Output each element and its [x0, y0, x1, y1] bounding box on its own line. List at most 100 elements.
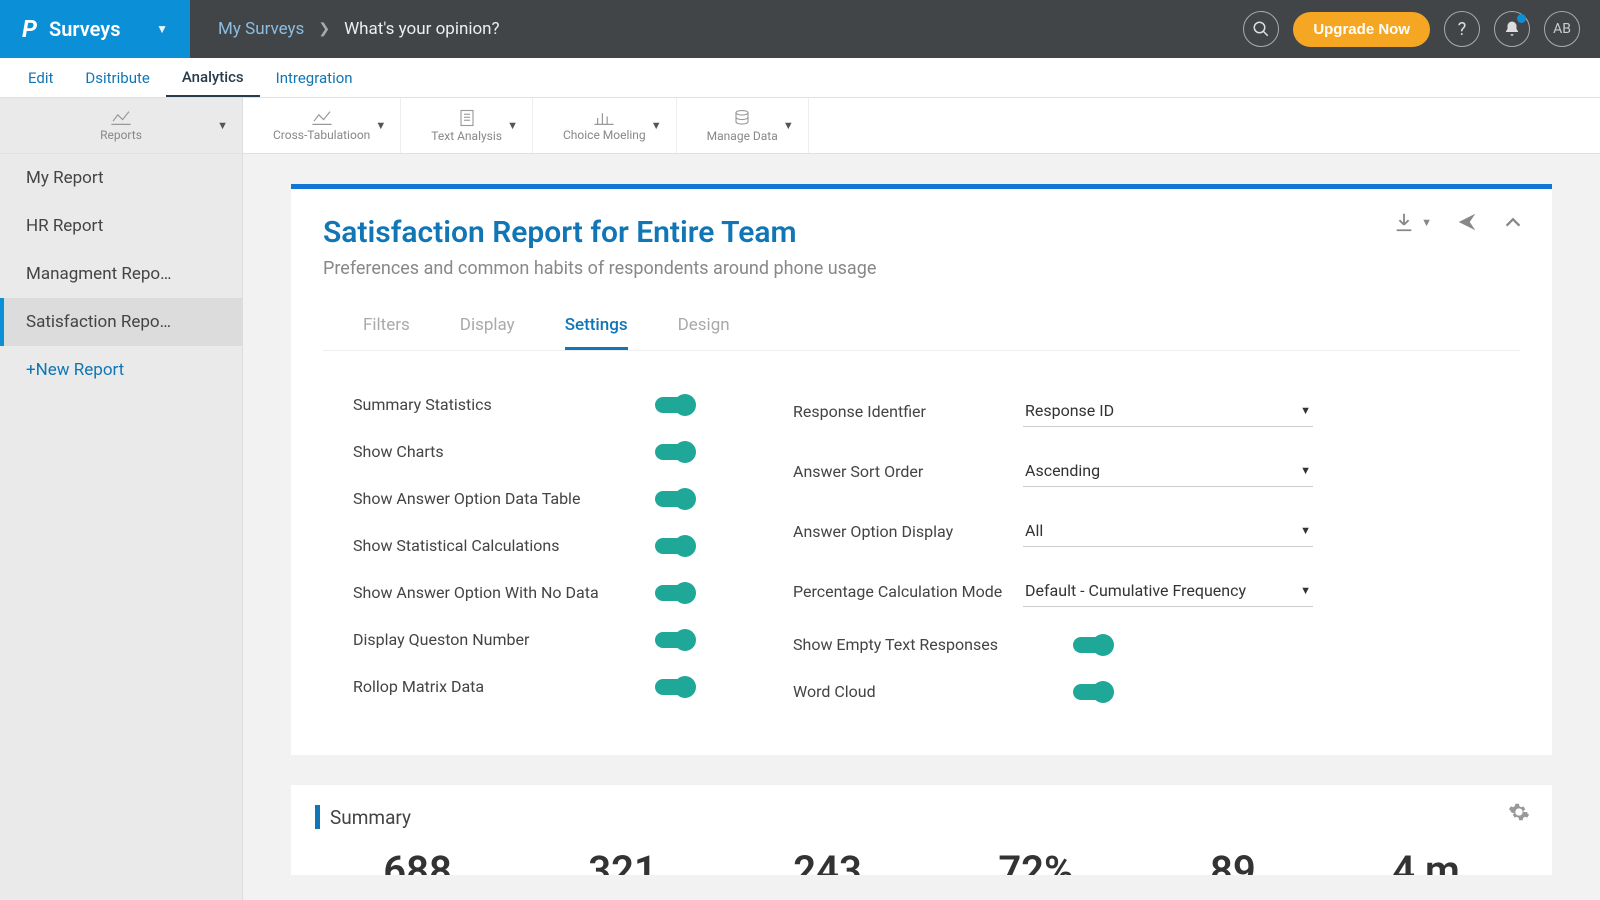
chevron-down-icon: ▼ [217, 119, 228, 132]
nav-edit[interactable]: Edit [12, 58, 69, 97]
gear-icon [1508, 801, 1530, 823]
collapse-button[interactable] [1502, 211, 1524, 233]
sidebar: My Report HR Report Managment Repo… Sati… [0, 154, 243, 900]
download-icon [1393, 211, 1415, 233]
chevron-down-icon: ▼ [651, 119, 662, 132]
toggle-no-data-option[interactable] [655, 585, 693, 601]
setting-label: Show Answer Option Data Table [353, 489, 580, 508]
select-value: Ascending [1025, 461, 1100, 480]
breadcrumb: My Surveys ❯ What's your opinion? [190, 19, 500, 39]
help-button[interactable]: ? [1444, 11, 1480, 47]
chevron-down-icon: ▼ [507, 119, 518, 132]
help-icon: ? [1458, 19, 1467, 40]
summary-settings-button[interactable] [1508, 801, 1530, 827]
tab-settings[interactable]: Settings [565, 303, 628, 350]
setting-label: Answer Option Display [793, 522, 1003, 541]
toggle-answer-data-table[interactable] [655, 491, 693, 507]
nav-distribute[interactable]: Dsitribute [69, 58, 165, 97]
select-answer-display[interactable]: All ▼ [1023, 515, 1313, 547]
setting-label: Response Identfier [793, 402, 1003, 421]
chevron-down-icon: ▼ [156, 22, 168, 36]
sidebar-item-my-report[interactable]: My Report [0, 154, 242, 202]
stat-value: 89 [1210, 847, 1256, 875]
tab-filters[interactable]: Filters [363, 303, 410, 350]
toggle-summary-statistics[interactable] [655, 397, 693, 413]
tool-reports[interactable]: Reports ▼ [0, 98, 243, 153]
search-icon [1252, 20, 1270, 38]
tool-choice-modeling[interactable]: Choice Moeling ▼ [533, 98, 677, 153]
database-icon [733, 109, 751, 127]
chart-icon [312, 110, 332, 126]
nav-integration[interactable]: Intregration [260, 58, 369, 97]
tool-crosstab[interactable]: Cross-Tabulatioon ▼ [243, 98, 401, 153]
tab-design[interactable]: Design [678, 303, 730, 350]
toggle-word-cloud[interactable] [1073, 684, 1111, 700]
breadcrumb-root[interactable]: My Surveys [218, 19, 304, 39]
sidebar-item-hr-report[interactable]: HR Report [0, 202, 242, 250]
select-sort-order[interactable]: Ascending ▼ [1023, 455, 1313, 487]
setting-label: Word Cloud [793, 682, 1053, 701]
stat-value: 688 [383, 847, 452, 875]
select-value: Response ID [1025, 401, 1114, 420]
chevron-down-icon: ▼ [1300, 524, 1311, 537]
chevron-down-icon: ▼ [1300, 404, 1311, 417]
toolbar: Reports ▼ Cross-Tabulatioon ▼ Text Analy… [0, 98, 1600, 154]
avatar[interactable]: AB [1544, 11, 1580, 47]
setting-label: Show Empty Text Responses [793, 635, 1053, 654]
stat-value: 243 [793, 847, 862, 875]
share-button[interactable] [1456, 211, 1478, 233]
sidebar-item-management-report[interactable]: Managment Repo… [0, 250, 242, 298]
summary-card: Summary 688 321 243 72% 89 4 m [291, 785, 1552, 875]
bar-chart-icon [594, 110, 614, 126]
notification-dot [1517, 14, 1526, 23]
search-button[interactable] [1243, 11, 1279, 47]
chevron-down-icon: ▼ [783, 119, 794, 132]
toggle-question-number[interactable] [655, 632, 693, 648]
setting-label: Percentage Calculation Mode [793, 582, 1003, 601]
stat-value: 72% [998, 847, 1073, 875]
setting-label: Answer Sort Order [793, 462, 1003, 481]
setting-label: Show Statistical Calculations [353, 536, 559, 555]
tool-text-analysis[interactable]: Text Analysis ▼ [401, 98, 533, 153]
select-response-identifier[interactable]: Response ID ▼ [1023, 395, 1313, 427]
secondary-nav: Edit Dsitribute Analytics Intregration [0, 58, 1600, 98]
tool-label: Reports [100, 128, 142, 142]
chevron-up-icon [1502, 211, 1524, 233]
toggle-show-charts[interactable] [655, 444, 693, 460]
download-button[interactable]: ▼ [1393, 211, 1432, 233]
report-tabs: Filters Display Settings Design [323, 303, 1520, 351]
toggle-empty-text[interactable] [1073, 637, 1111, 653]
tool-manage-data[interactable]: Manage Data ▼ [677, 98, 809, 153]
document-icon [458, 109, 476, 127]
toggle-statistical-calc[interactable] [655, 538, 693, 554]
setting-label: Display Queston Number [353, 630, 529, 649]
brand-logo-icon: P [22, 15, 37, 43]
tab-display[interactable]: Display [460, 303, 515, 350]
summary-title: Summary [330, 806, 411, 829]
setting-label: Show Charts [353, 442, 444, 461]
setting-label: Summary Statistics [353, 395, 492, 414]
brand-text: Surveys [49, 17, 120, 41]
setting-label: Show Answer Option With No Data [353, 583, 599, 602]
sidebar-item-satisfaction-report[interactable]: Satisfaction Repo… [0, 298, 242, 346]
new-report-button[interactable]: +New Report [0, 346, 242, 394]
bell-icon [1503, 20, 1521, 38]
brand-menu[interactable]: P Surveys ▼ [0, 0, 190, 58]
tool-label: Choice Moeling [563, 128, 646, 142]
chevron-right-icon: ❯ [318, 21, 330, 37]
chevron-down-icon: ▼ [1300, 464, 1311, 477]
upgrade-button[interactable]: Upgrade Now [1293, 12, 1430, 47]
notifications-button[interactable] [1494, 11, 1530, 47]
chevron-down-icon: ▼ [375, 119, 386, 132]
setting-label: Rollop Matrix Data [353, 677, 484, 696]
select-percentage-mode[interactable]: Default - Cumulative Frequency▼ [1023, 575, 1313, 607]
report-title: Satisfaction Report for Entire Team [323, 215, 1520, 250]
tool-label: Cross-Tabulatioon [273, 128, 370, 142]
report-card: ▼ Satisfaction Report for Entire Team Pr… [291, 184, 1552, 755]
nav-analytics[interactable]: Analytics [166, 58, 260, 97]
line-chart-icon [111, 110, 131, 126]
tool-label: Manage Data [707, 129, 778, 143]
select-value: All [1025, 521, 1043, 540]
toggle-rollup-matrix[interactable] [655, 679, 693, 695]
stat-value: 321 [588, 847, 657, 875]
